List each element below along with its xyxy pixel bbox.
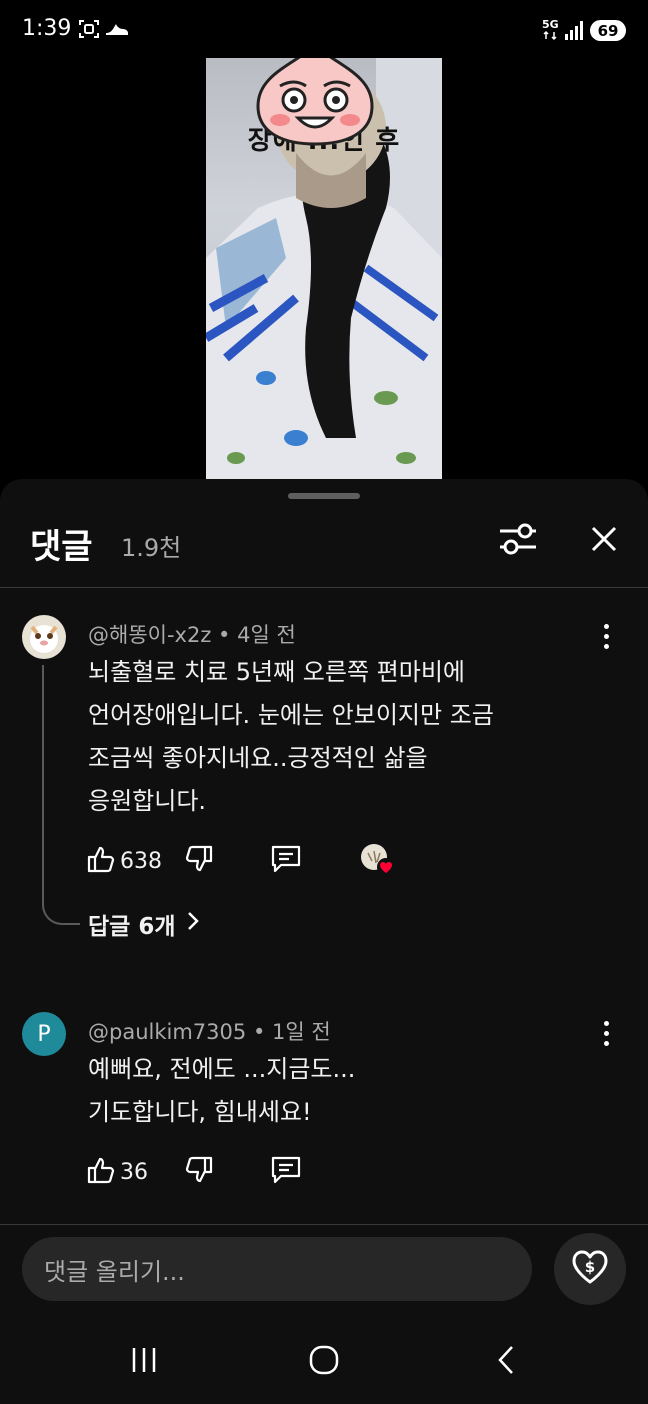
meta-separator: •: [252, 1020, 272, 1044]
sliders-icon: [498, 521, 538, 561]
video-frame: 장애 ...인 후: [206, 58, 442, 480]
dislike-button[interactable]: [184, 844, 214, 878]
thumbs-down-icon: [184, 1155, 214, 1189]
home-button[interactable]: [294, 1342, 354, 1382]
comment-line: 조금씩 좋아지네요..긍정적인 삶을: [88, 744, 428, 772]
avatar-letter: P: [37, 1021, 51, 1047]
home-icon: [308, 1344, 340, 1380]
comment-meta: @paulkim7305 • 1일 전: [88, 1016, 331, 1046]
close-button[interactable]: [580, 517, 628, 565]
reply-button[interactable]: [270, 844, 302, 878]
comment-line: 예뻐요, 전에도 ...지금도...: [88, 1055, 356, 1083]
screenshot-icon: [78, 18, 100, 44]
comment-input-placeholder: 댓글 올리기...: [44, 1257, 185, 1286]
creator-heart: [360, 843, 395, 879]
like-button[interactable]: 638: [86, 844, 162, 878]
close-icon: [590, 525, 618, 557]
comment-icon: [270, 844, 302, 878]
comment-actions: 638: [86, 843, 395, 879]
back-button[interactable]: [476, 1342, 536, 1382]
shoe-icon: [104, 18, 130, 44]
meta-separator: •: [218, 623, 238, 647]
input-divider: [0, 1224, 648, 1225]
svg-text:$: $: [585, 1258, 595, 1276]
network-5g-icon: 5G: [541, 17, 563, 45]
thumbs-down-icon: [184, 844, 214, 878]
back-icon: [494, 1344, 518, 1380]
dot: [603, 633, 609, 639]
view-replies-button[interactable]: 답글 6개: [88, 907, 200, 941]
replies-label: 답글 6개: [88, 914, 176, 940]
more-button[interactable]: [594, 621, 618, 651]
heart-icon: [376, 857, 396, 881]
heart-dollar-icon: $: [570, 1249, 610, 1289]
peach-sticker-icon: [256, 58, 374, 146]
comment-author[interactable]: @해똥이-x2z: [88, 623, 211, 647]
comment-line: 뇌출혈로 치료 5년째 오른쪽 편마비에: [88, 658, 465, 686]
like-count: 36: [120, 1159, 148, 1185]
recent-apps-button[interactable]: [114, 1342, 174, 1382]
super-thanks-button[interactable]: $: [554, 1233, 626, 1305]
like-button[interactable]: 36: [86, 1155, 148, 1189]
dot: [603, 1030, 609, 1036]
comment-line: 응원합니다.: [88, 787, 207, 815]
comment-line: 언어장애입니다. 눈에는 안보이지만 조금: [88, 701, 494, 729]
avatar[interactable]: [22, 615, 66, 659]
comment-time: 4일 전: [237, 623, 296, 647]
drag-handle[interactable]: [288, 493, 360, 499]
svg-text:5G: 5G: [542, 18, 559, 31]
comment-line: 기도합니다, 힘내세요!: [88, 1098, 312, 1126]
dot: [603, 623, 609, 629]
system-nav-bar: [0, 1320, 648, 1404]
comment-actions: 36: [86, 1154, 302, 1190]
dot: [603, 1040, 609, 1046]
reply-button[interactable]: [270, 1155, 302, 1189]
comment-count: 1.9천: [121, 534, 182, 562]
comment-input[interactable]: 댓글 올리기...: [22, 1237, 532, 1301]
status-time: 1:39: [22, 16, 72, 41]
sheet-title: 댓글: [30, 527, 93, 567]
comment-text: 뇌출혈로 치료 5년째 오른쪽 편마비에 언어장애입니다. 눈에는 안보이지만 …: [88, 651, 588, 823]
recent-apps-icon: [129, 1345, 159, 1379]
thumbs-up-icon: [86, 844, 116, 878]
comment-icon: [270, 1155, 302, 1189]
reply-thread-line: [42, 665, 80, 925]
comment-author[interactable]: @paulkim7305: [88, 1020, 246, 1044]
header-divider: [0, 587, 648, 588]
comment-time: 1일 전: [272, 1020, 331, 1044]
comments-sheet: 댓글 1.9천 @해똥이-x2z • 4일 전 뇌출혈로 치료 5년째 오른쪽 …: [0, 479, 648, 1404]
like-count: 638: [120, 848, 162, 874]
chevron-right-icon: [186, 911, 200, 937]
filter-button[interactable]: [494, 517, 542, 565]
status-bar: 1:39 5G 69: [0, 0, 648, 60]
dislike-button[interactable]: [184, 1155, 214, 1189]
battery-indicator: 69: [590, 20, 626, 41]
video-player[interactable]: 장애 ...인 후: [0, 58, 648, 480]
dot: [603, 1020, 609, 1026]
thumbs-up-icon: [86, 1155, 116, 1189]
comment-meta: @해똥이-x2z • 4일 전: [88, 619, 296, 649]
dot: [603, 643, 609, 649]
more-button[interactable]: [594, 1018, 618, 1048]
signal-icon: [564, 19, 586, 45]
avatar[interactable]: P: [22, 1012, 66, 1056]
comment-text: 예뻐요, 전에도 ...지금도... 기도합니다, 힘내세요!: [88, 1048, 588, 1134]
